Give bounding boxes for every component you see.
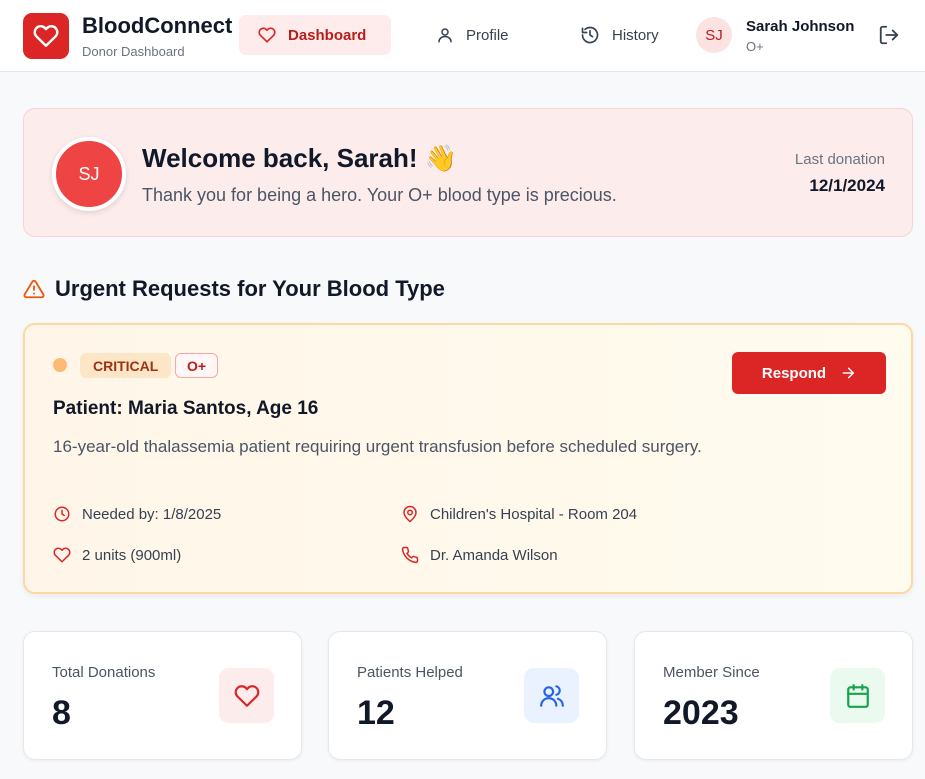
clock-icon bbox=[54, 506, 70, 522]
welcome-subtitle: Thank you for being a hero. Your O+ bloo… bbox=[142, 185, 617, 205]
status-dot bbox=[53, 358, 67, 372]
needed-by-text: Needed by: 1/8/2025 bbox=[82, 505, 222, 523]
warning-icon bbox=[23, 278, 45, 300]
nav-dashboard-label: Dashboard bbox=[288, 26, 367, 44]
stat-card-total-donations: Total Donations 8 bbox=[23, 631, 302, 760]
nav-profile[interactable]: Profile bbox=[436, 15, 509, 55]
map-pin-icon bbox=[403, 505, 417, 523]
units-needed: 2 units (900ml) bbox=[53, 546, 181, 564]
respond-label: Respond bbox=[761, 364, 827, 382]
logout-icon bbox=[879, 25, 899, 45]
urgent-heading: Urgent Requests for Your Blood Type bbox=[55, 276, 445, 301]
arrow-right-icon bbox=[842, 367, 855, 379]
phone-icon bbox=[401, 546, 419, 564]
nav-history-label: History bbox=[612, 26, 659, 44]
location-text: Children's Hospital - Room 204 bbox=[430, 505, 638, 523]
stat-card-member-since: Member Since 2023 bbox=[634, 631, 913, 760]
units-text: 2 units (900ml) bbox=[82, 546, 182, 564]
user-avatar[interactable]: SJ bbox=[696, 17, 732, 53]
last-donation-date: 12/1/2024 bbox=[809, 176, 885, 195]
user-blood-type: O+ bbox=[746, 39, 764, 54]
top-navbar: BloodConnect Donor Dashboard Dashboard P… bbox=[0, 0, 925, 72]
patient-name: Patient: Maria Santos, Age 16 bbox=[53, 398, 319, 419]
nav-dashboard[interactable]: Dashboard bbox=[239, 15, 391, 55]
severity-badge: CRITICAL bbox=[80, 353, 172, 378]
calendar-icon bbox=[830, 668, 885, 723]
heart-icon bbox=[258, 27, 276, 43]
app-logo[interactable] bbox=[23, 13, 69, 59]
doctor: Dr. Amanda Wilson bbox=[401, 546, 558, 564]
logout-button[interactable] bbox=[878, 24, 902, 48]
heart-icon bbox=[53, 547, 71, 563]
stat-value: 12 bbox=[357, 694, 395, 732]
request-description: 16-year-old thalassemia patient requirin… bbox=[53, 437, 702, 456]
stat-value: 2023 bbox=[663, 694, 739, 732]
history-icon bbox=[581, 26, 599, 44]
heart-icon bbox=[33, 25, 59, 47]
nav-profile-label: Profile bbox=[466, 26, 509, 44]
urgent-request-card: CRITICAL O+ Respond Patient: Maria Santo… bbox=[23, 323, 913, 594]
stat-label: Member Since bbox=[663, 664, 760, 681]
stat-label: Total Donations bbox=[52, 664, 156, 681]
welcome-banner: SJ Welcome back, Sarah! 👋 Thank you for … bbox=[23, 108, 913, 237]
blood-type-badge: O+ bbox=[175, 353, 219, 378]
users-icon bbox=[524, 668, 579, 723]
app-name: BloodConnect bbox=[82, 13, 233, 38]
stat-card-patients-helped: Patients Helped 12 bbox=[328, 631, 607, 760]
donor-avatar: SJ bbox=[52, 137, 126, 211]
welcome-title: Welcome back, Sarah! 👋 bbox=[142, 143, 458, 173]
doctor-text: Dr. Amanda Wilson bbox=[430, 546, 558, 564]
last-donation-label: Last donation bbox=[794, 151, 885, 168]
user-icon bbox=[438, 28, 452, 43]
heart-icon bbox=[219, 668, 274, 723]
stat-value: 8 bbox=[52, 694, 71, 732]
location: Children's Hospital - Room 204 bbox=[401, 505, 637, 523]
respond-button[interactable]: Respond bbox=[732, 352, 886, 394]
user-name: Sarah Johnson bbox=[746, 18, 855, 35]
app-subtitle: Donor Dashboard bbox=[82, 44, 185, 59]
nav-history[interactable]: History bbox=[580, 15, 659, 55]
stat-label: Patients Helped bbox=[357, 664, 463, 681]
needed-by: Needed by: 1/8/2025 bbox=[53, 505, 221, 523]
